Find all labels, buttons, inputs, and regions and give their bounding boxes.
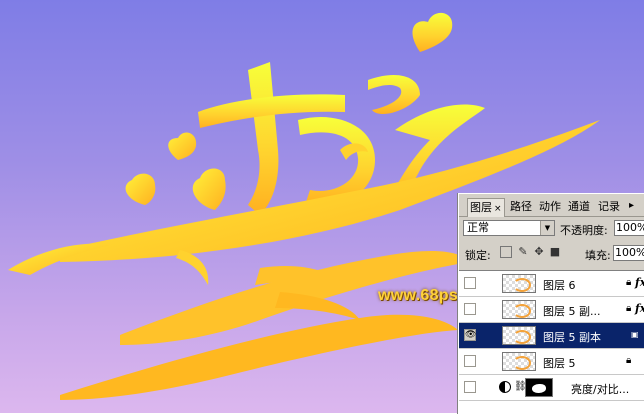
tab-history[interactable]: 记录 bbox=[598, 200, 620, 214]
lock-transparency-icon[interactable] bbox=[500, 246, 512, 258]
tab-paths[interactable]: 路径 bbox=[510, 200, 532, 214]
visibility-toggle[interactable] bbox=[464, 303, 476, 315]
blend-opacity-row: 正常 ▼ 不透明度: 100% bbox=[459, 219, 644, 239]
blend-mode-value: 正常 bbox=[467, 221, 489, 234]
fx-icon[interactable]: fx bbox=[635, 302, 644, 315]
lock-icon: 🔒︎ bbox=[626, 355, 632, 366]
visibility-toggle[interactable] bbox=[464, 381, 476, 393]
layer-row[interactable]: 图层 5 🔒︎ bbox=[459, 349, 644, 375]
layer-thumbnail bbox=[502, 274, 536, 293]
fx-icon[interactable]: fx bbox=[635, 276, 644, 289]
adjustment-layer-icon bbox=[499, 381, 511, 393]
fill-input[interactable]: 100% bbox=[613, 245, 644, 261]
visibility-toggle[interactable] bbox=[464, 277, 476, 289]
opacity-input[interactable]: 100% bbox=[614, 220, 644, 236]
tab-layers[interactable]: 图层 × bbox=[467, 198, 505, 217]
ribbon bbox=[60, 314, 458, 400]
layer-name: 图层 5 副... bbox=[543, 305, 601, 318]
heart-shape bbox=[125, 173, 156, 205]
letter-stroke bbox=[248, 62, 279, 215]
lock-move-icon[interactable]: ✥ bbox=[533, 246, 545, 258]
lock-fill-row: 锁定: ✎ ✥ ■ 填充: 100% bbox=[459, 243, 644, 263]
layer-thumbnail bbox=[502, 300, 536, 319]
layer-thumbnail bbox=[502, 352, 536, 371]
layer-row[interactable]: 图层 5 副... 🔒︎ fx bbox=[459, 297, 644, 323]
lock-brush-icon[interactable]: ✎ bbox=[517, 246, 529, 258]
eye-icon[interactable]: 👁︎ bbox=[464, 329, 476, 341]
tab-actions[interactable]: 动作 bbox=[539, 200, 561, 214]
layer-thumbnail bbox=[502, 326, 536, 345]
panel-menu-icon[interactable]: ▸ bbox=[629, 199, 634, 213]
layer-row-selected[interactable]: 👁︎ 图层 5 副本 ▣ bbox=[459, 323, 644, 349]
layers-list: 图层 6 🔒︎ fx 图层 5 副... 🔒︎ fx 👁︎ 图层 5 副本 ▣ … bbox=[459, 270, 644, 415]
fill-label: 填充: bbox=[585, 249, 611, 262]
heart-shape bbox=[412, 12, 453, 52]
tab-label: 图层 bbox=[470, 201, 492, 214]
chevron-down-icon[interactable]: ▼ bbox=[540, 221, 554, 235]
layer-row[interactable]: ⛓︎ 亮度/对比... bbox=[459, 375, 644, 401]
ribbon bbox=[176, 250, 209, 285]
letter-stroke bbox=[368, 75, 420, 115]
close-icon[interactable]: × bbox=[494, 204, 502, 214]
tab-channels[interactable]: 通道 bbox=[568, 200, 590, 214]
visibility-toggle[interactable] bbox=[464, 355, 476, 367]
layer-name: 图层 5 bbox=[543, 357, 576, 370]
layer-name: 图层 5 副本 bbox=[543, 331, 601, 344]
panel-tabs: 图层 × 路径 动作 通道 记录 ▸ bbox=[459, 194, 644, 217]
lock-all-icon[interactable]: ■ bbox=[549, 246, 561, 258]
blend-mode-select[interactable]: 正常 ▼ bbox=[463, 220, 555, 236]
layer-link-icon: ▣ bbox=[631, 330, 639, 339]
lock-label: 锁定: bbox=[465, 249, 491, 262]
heart-shape bbox=[168, 132, 197, 160]
mask-thumbnail bbox=[525, 378, 553, 397]
heart-shape bbox=[192, 168, 226, 210]
layer-name: 图层 6 bbox=[543, 279, 576, 292]
opacity-label: 不透明度: bbox=[560, 224, 608, 237]
layer-row[interactable]: 图层 6 🔒︎ fx bbox=[459, 271, 644, 297]
layer-name: 亮度/对比... bbox=[571, 383, 630, 396]
layers-panel: 图层× 路径 动作 通道 记录 ▸ 正常 ▼ 不透明度: 100% 锁定: ✎ … bbox=[458, 193, 644, 415]
